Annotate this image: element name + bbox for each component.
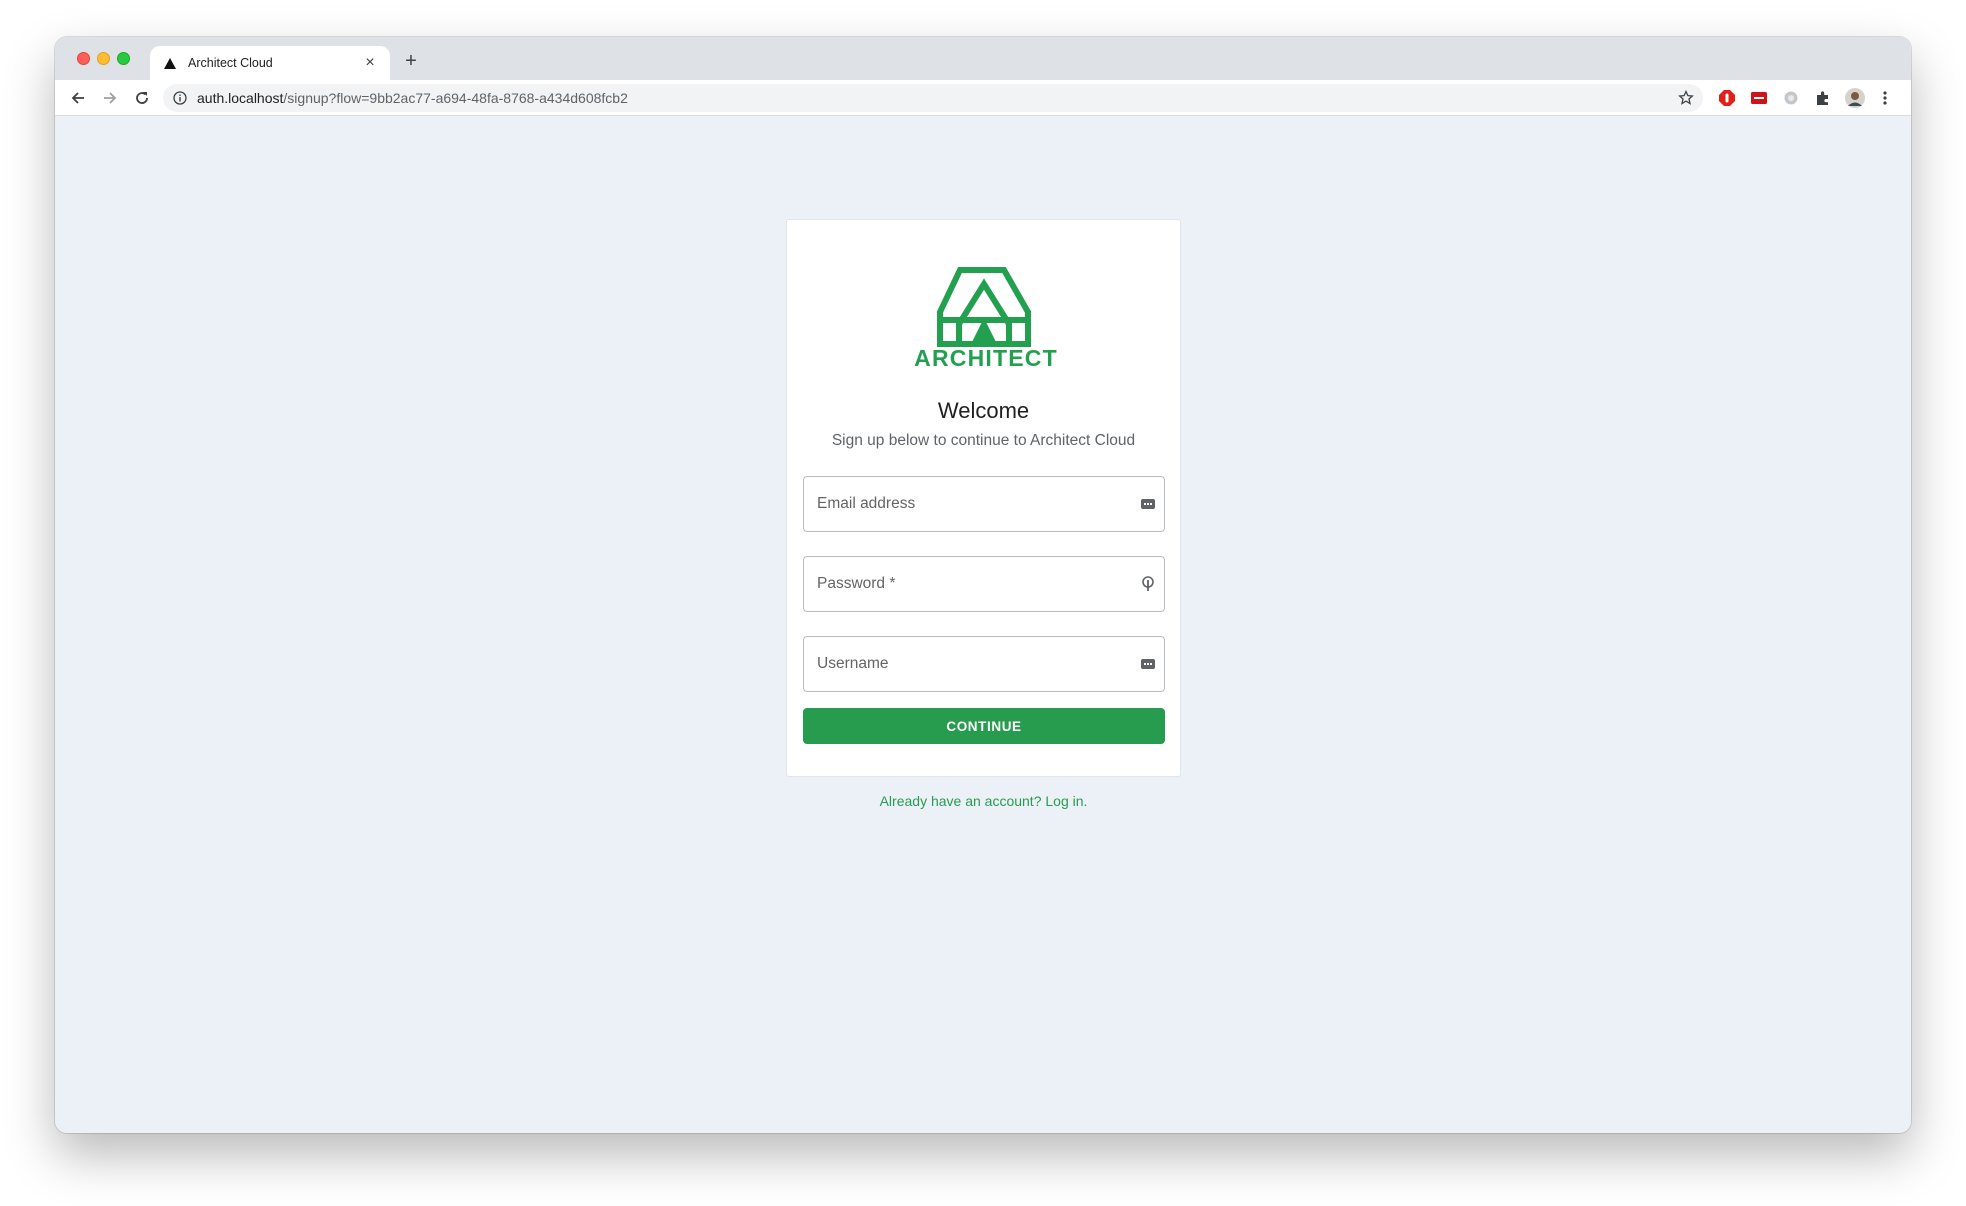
reload-icon[interactable] — [132, 88, 152, 108]
extensions-puzzle-icon[interactable] — [1813, 88, 1833, 108]
address-url: auth.localhost/signup?flow=9bb2ac77-a694… — [197, 90, 628, 106]
minimize-window-button[interactable] — [97, 52, 110, 65]
password-input[interactable] — [817, 575, 1117, 593]
architect-favicon-icon — [164, 56, 178, 70]
keyboard-icon[interactable] — [1140, 496, 1156, 512]
password-extension-icon[interactable] — [1749, 88, 1769, 108]
key-icon[interactable] — [1140, 576, 1156, 592]
page-title: Welcome — [937, 398, 1030, 423]
bookmark-star-icon[interactable] — [1677, 89, 1695, 107]
adblock-extension-icon[interactable] — [1717, 88, 1737, 108]
browser-menu-icon[interactable] — [1875, 88, 1895, 108]
back-arrow-icon[interactable] — [68, 88, 88, 108]
logo-wordmark: ARCHITECT — [914, 345, 1058, 370]
forward-arrow-icon[interactable] — [100, 88, 120, 108]
password-field[interactable] — [803, 556, 1165, 612]
site-info-icon[interactable] — [173, 90, 189, 106]
page-subtitle: Sign up below to continue to Architect C… — [831, 432, 1136, 449]
url-path: /signup?flow=9bb2ac77-a694-48fa-8768-a43… — [283, 90, 628, 106]
tab-strip: Architect Cloud × + — [55, 37, 1911, 80]
architect-logo: ARCHITECT — [913, 260, 1059, 371]
keyboard-icon[interactable] — [1140, 656, 1156, 672]
address-bar[interactable]: auth.localhost/signup?flow=9bb2ac77-a694… — [163, 84, 1703, 112]
close-window-button[interactable] — [77, 52, 90, 65]
close-tab-icon[interactable]: × — [362, 55, 378, 71]
tab-architect-cloud[interactable]: Architect Cloud × — [150, 46, 390, 80]
continue-button[interactable]: CONTINUE — [803, 708, 1165, 744]
profile-avatar-icon[interactable] — [1845, 88, 1865, 108]
tab-title: Architect Cloud — [188, 56, 273, 70]
page-content: ARCHITECT Welcome Sign up below to conti… — [55, 116, 1911, 1133]
username-input[interactable] — [817, 655, 1117, 673]
maximize-window-button[interactable] — [117, 52, 130, 65]
signup-card: ARCHITECT Welcome Sign up below to conti… — [786, 219, 1181, 777]
browser-window: Architect Cloud × + auth.localhost/signu… — [55, 37, 1911, 1133]
new-tab-icon[interactable]: + — [401, 51, 421, 71]
browser-toolbar: auth.localhost/signup?flow=9bb2ac77-a694… — [55, 80, 1911, 116]
url-host: auth.localhost — [197, 90, 284, 106]
globe-extension-icon[interactable] — [1781, 88, 1801, 108]
username-field[interactable] — [803, 636, 1165, 692]
email-field[interactable] — [803, 476, 1165, 532]
email-input[interactable] — [817, 495, 1117, 513]
login-link[interactable]: Already have an account? Log in. — [786, 793, 1181, 809]
